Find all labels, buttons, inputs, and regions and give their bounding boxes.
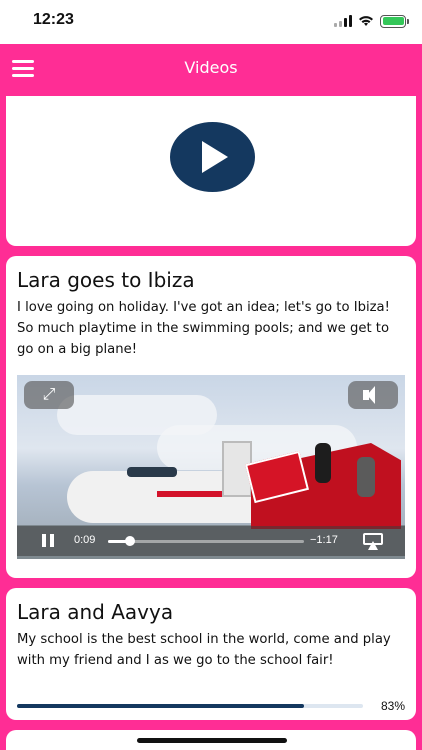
watch-progress: 83% — [17, 699, 405, 714]
video-card-2[interactable]: Lara goes to Ibiza I love going on holid… — [6, 256, 416, 578]
fullscreen-button[interactable]: ⤢ — [24, 381, 74, 409]
progress-track — [17, 704, 363, 708]
status-bar: 12:23 — [0, 0, 422, 44]
page-title: Videos — [184, 58, 238, 77]
play-button-icon[interactable] — [170, 122, 255, 192]
progress-label: 83% — [380, 699, 405, 713]
wifi-icon — [359, 16, 373, 26]
video-card-3[interactable]: Lara and Aavya My school is the best sch… — [6, 588, 416, 720]
video-player[interactable]: ⤢ 0:09 −1:17 — [17, 375, 405, 559]
home-indicator — [137, 738, 287, 743]
pause-icon[interactable] — [42, 534, 54, 547]
nav-bar: Videos — [0, 44, 422, 92]
playback-controls: 0:09 −1:17 — [17, 526, 405, 556]
video-description: My school is the best school in the worl… — [17, 632, 391, 668]
volume-button[interactable] — [348, 381, 398, 409]
time-elapsed: 0:09 — [74, 534, 96, 546]
progress-fill — [17, 704, 305, 708]
time-remaining: −1:17 — [310, 534, 338, 546]
speaker-icon — [363, 386, 375, 404]
battery-icon — [380, 14, 409, 28]
video-title: Lara goes to Ibiza — [17, 268, 195, 292]
status-icons — [334, 13, 409, 29]
airplay-icon[interactable] — [362, 532, 384, 550]
video-card-1 — [6, 96, 416, 246]
seek-knob[interactable] — [124, 536, 135, 546]
seek-slider[interactable] — [108, 536, 304, 546]
expand-icon: ⤢ — [42, 384, 56, 403]
cellular-signal-icon — [334, 15, 352, 27]
video-description: I love going on holiday. I've got an ide… — [17, 300, 390, 357]
video-title: Lara and Aavya — [17, 600, 174, 624]
status-time: 12:23 — [33, 11, 74, 28]
